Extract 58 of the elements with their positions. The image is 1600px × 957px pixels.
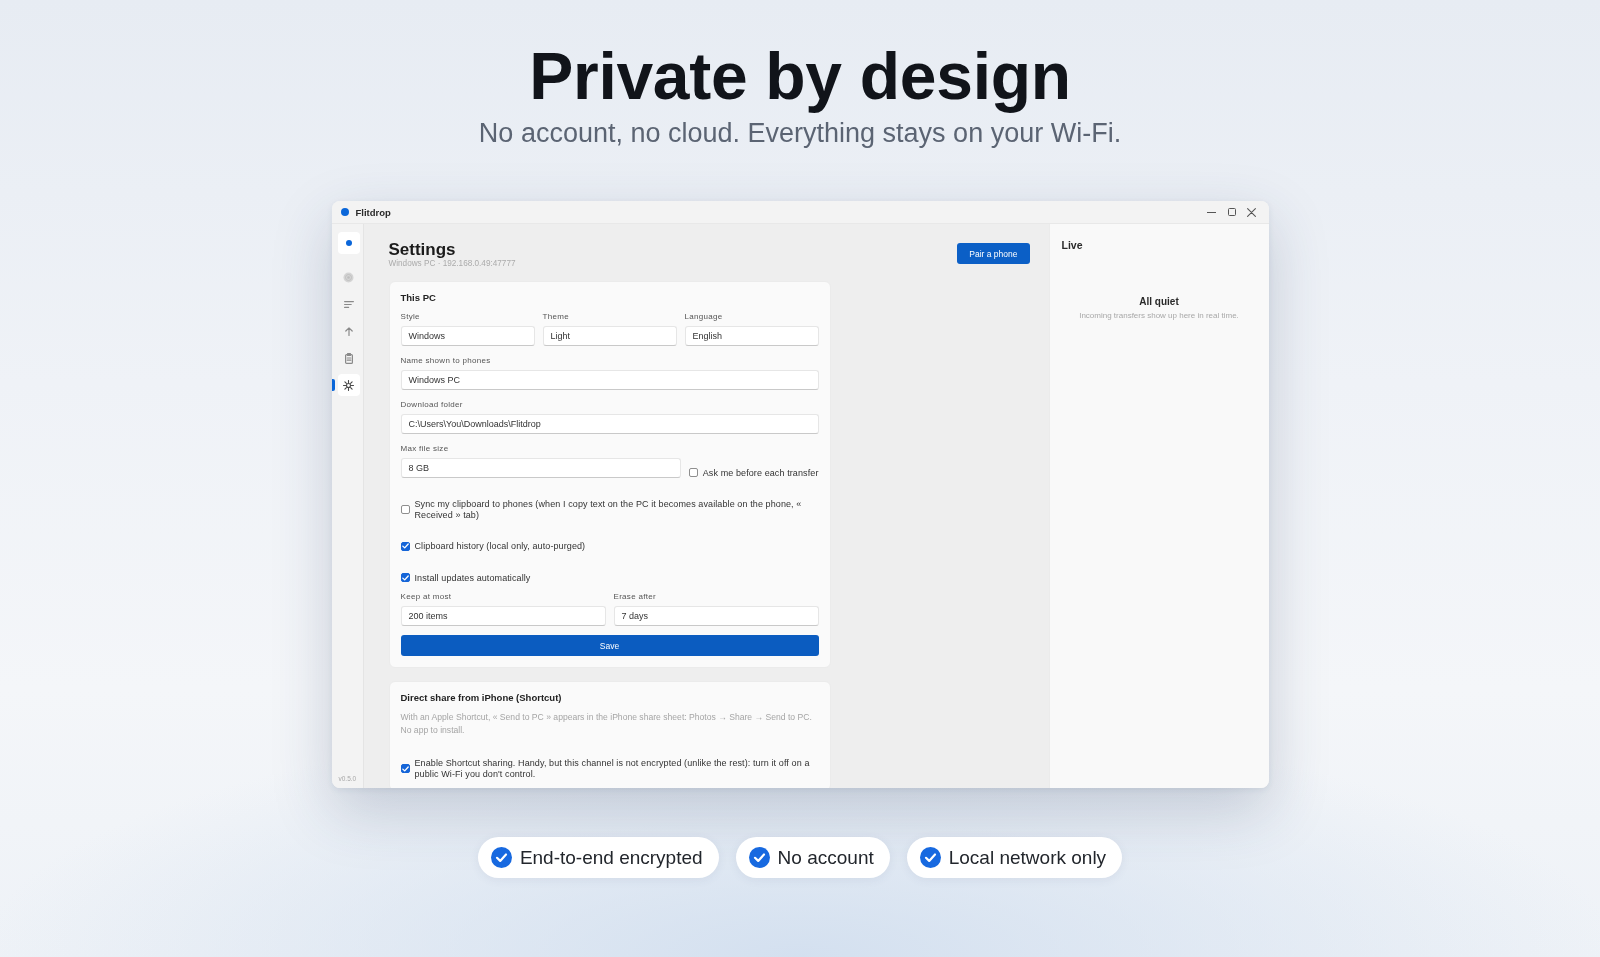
input-field[interactable]: Light	[542, 326, 677, 346]
feature-label: Local network only	[948, 846, 1107, 869]
checkbox[interactable]	[688, 468, 698, 478]
maximize-icon	[1227, 208, 1236, 216]
input-field[interactable]: C:\Users\You\Downloads\Flitdrop	[400, 414, 819, 434]
card-title: Direct share from iPhone (Shortcut)	[400, 692, 563, 704]
arrow-up-icon	[344, 326, 353, 336]
feature-label: No account	[777, 846, 874, 869]
close-button[interactable]	[1245, 206, 1258, 218]
field-label: Max file size	[400, 444, 450, 453]
checkbox[interactable]	[400, 764, 410, 773]
input-field[interactable]: Windows PC	[400, 370, 819, 390]
checkbox-label: Enable Shortcut sharing. Handy, but this channel is not encrypted (unlike the rest): turn it off on a public Wi-Fi you don't control.	[414, 758, 811, 779]
field-label: Theme	[542, 312, 570, 321]
check-circle-icon	[490, 847, 512, 868]
clipboard-icon	[344, 352, 353, 364]
field-label: Name shown to phones	[400, 356, 492, 365]
settings-icon	[343, 379, 354, 391]
card-description: With an Apple Shortcut, « Send to PC » appears in the iPhone share sheet: Photos → Share → Send to PC. No app to install.	[400, 711, 813, 737]
app-logo-icon	[340, 208, 349, 216]
card-title: This PC	[400, 292, 437, 304]
device-subtitle: Windows PC · 192.168.0.49:47777	[388, 259, 516, 268]
hero-title: Private by design	[529, 38, 1071, 114]
maximize-button[interactable]	[1225, 206, 1238, 218]
field-label: Style	[400, 312, 421, 321]
field-label: Erase after	[613, 592, 657, 601]
checkbox-label: Clipboard history (local only, auto-purged)	[414, 541, 586, 552]
input-field[interactable]: 7 days	[613, 606, 819, 626]
empty-state-text: Incoming transfers show up here in real time.	[1079, 311, 1239, 320]
panel-title: Live	[1061, 239, 1084, 251]
checkbox[interactable]	[400, 505, 410, 514]
hero-subtitle: No account, no cloud. Everything stays on your Wi-Fi.	[478, 118, 1122, 149]
lines-icon	[343, 300, 354, 308]
input-field[interactable]: English	[684, 326, 819, 346]
feature-label: End-to-end encrypted	[519, 846, 703, 869]
empty-state-title: All quiet	[1139, 296, 1179, 308]
nav-button[interactable]	[337, 374, 360, 396]
app-logo-icon	[337, 232, 360, 254]
field-label: Keep at most	[400, 592, 453, 601]
close-icon	[1247, 207, 1256, 217]
checkbox[interactable]	[400, 573, 410, 583]
checkbox[interactable]	[400, 541, 410, 551]
page-title: Settings	[388, 241, 457, 259]
pair-button[interactable]: Pair a phone	[957, 243, 1030, 264]
check-circle-icon	[919, 847, 941, 868]
field-label: Language	[684, 312, 724, 321]
field-label: Download folder	[400, 400, 464, 409]
disc-icon	[343, 271, 354, 283]
input-field[interactable]: 8 GB	[400, 458, 681, 478]
checkbox-label: Sync my clipboard to phones (when I copy text on the PC it becomes available on the phone, « Received » tab)	[414, 499, 803, 520]
check-circle-icon	[748, 847, 770, 868]
window-title: Flitdrop	[355, 206, 391, 218]
input-field[interactable]: 200 items	[400, 606, 606, 626]
checkbox-label: Ask me before each transfer	[702, 467, 819, 478]
save-button[interactable]: Save	[400, 635, 819, 656]
input-field[interactable]: Windows	[400, 326, 535, 346]
checkbox-label: Install updates automatically	[414, 572, 531, 583]
minimize-icon	[1207, 211, 1216, 213]
